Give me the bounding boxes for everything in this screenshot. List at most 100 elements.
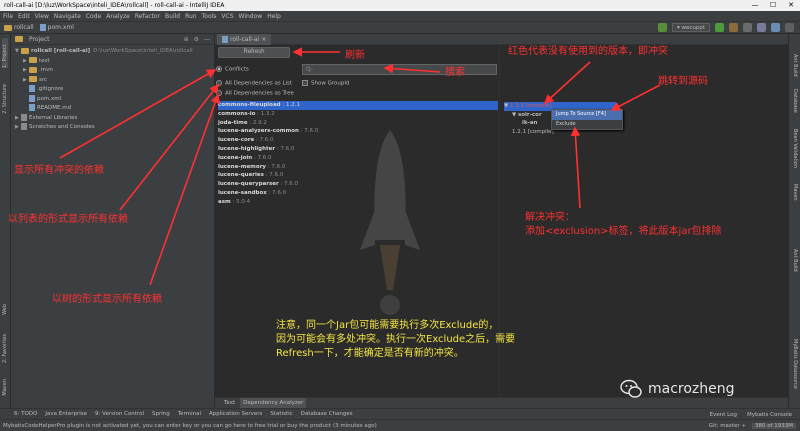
sync-icon[interactable]: ⊕ xyxy=(184,36,189,43)
status-bar: MybatisCodeHelperPro plugin is not activ… xyxy=(0,419,800,431)
dependency-row[interactable]: commons-io : 1.3.2 xyxy=(218,110,498,119)
run-icon[interactable] xyxy=(715,23,724,32)
menu-run[interactable]: Run xyxy=(185,13,197,20)
refresh-button[interactable]: Refresh xyxy=(218,47,290,58)
menu-refactor[interactable]: Refactor xyxy=(135,13,160,20)
dependency-row[interactable]: joda-time : 2.9.2 xyxy=(218,119,498,128)
tree-item[interactable]: pom.xml xyxy=(11,94,214,105)
ant-right-tool-tab[interactable]: Ant Build xyxy=(792,249,798,272)
tree-item[interactable]: .gitignore xyxy=(11,85,214,95)
menu-tools[interactable]: Tools xyxy=(202,13,217,20)
tab-dependency-analyzer[interactable]: Dependency Analyzer xyxy=(240,398,307,408)
editor-tab[interactable]: roll-call-ai × xyxy=(217,34,272,45)
usage-tree-leaf[interactable]: 1.2.1 [compile] xyxy=(504,128,786,137)
tool-window-java-enterprise[interactable]: Java Enterprise xyxy=(45,411,87,417)
menu-help[interactable]: Help xyxy=(267,13,281,20)
maven-right-tool-tab[interactable]: Maven xyxy=(792,184,798,201)
dependency-row[interactable]: lucene-highlighter : 7.6.0 xyxy=(218,145,498,154)
usage-tree-node[interactable]: ▼ solr-cor xyxy=(504,111,786,120)
dependency-name: lucene-queries xyxy=(218,172,264,179)
database-tool-tab[interactable]: Database xyxy=(792,89,798,113)
tree-item[interactable]: ▶ External Libraries xyxy=(11,113,214,124)
menu-build[interactable]: Build xyxy=(165,13,180,20)
tab-text[interactable]: Text xyxy=(221,398,238,408)
favorites-tool-tab[interactable]: 2: Favorites xyxy=(2,334,8,363)
jump-to-source-menu-item[interactable]: Jump To Source [F4] xyxy=(552,110,622,120)
menu-vcs[interactable]: VCS xyxy=(221,13,233,20)
tool-window-database-changes[interactable]: Database Changes xyxy=(301,411,353,417)
dependency-row[interactable]: lucene-join : 7.6.0 xyxy=(218,154,498,163)
dependency-row[interactable]: lucene-queryparser : 7.6.0 xyxy=(218,180,498,189)
menu-analyze[interactable]: Analyze xyxy=(106,13,130,20)
dependency-name: lucene-highlighter xyxy=(218,146,276,152)
settings-icon[interactable] xyxy=(757,23,766,32)
conflicts-radio[interactable]: Conflicts xyxy=(216,66,249,73)
usage-tree-node[interactable]: ik-an xyxy=(504,119,786,128)
annotation-note-3: Refresh一下，才能确定是否有新的冲突。 xyxy=(276,348,464,359)
menu-view[interactable]: View xyxy=(35,13,49,20)
build-icon[interactable] xyxy=(657,23,667,32)
tool-window-9-version-control[interactable]: 9: Version Control xyxy=(95,411,144,417)
run-config-select[interactable]: ▾ wecuppt xyxy=(671,23,710,32)
project-tool-tab[interactable]: 1: Project xyxy=(2,38,8,68)
tree-item[interactable]: README.md xyxy=(11,104,214,114)
dependency-row[interactable]: lucene-memory : 7.6.0 xyxy=(218,163,498,172)
tool-window-event-log[interactable]: Event Log xyxy=(710,412,737,418)
project-view-select[interactable]: Project xyxy=(29,36,50,43)
dependency-version: : 7.6.0 xyxy=(278,181,299,188)
hide-icon[interactable]: — xyxy=(204,36,210,43)
dependency-row[interactable]: commons-fileupload : 1.2.1 xyxy=(218,101,498,110)
menu-navigate[interactable]: Navigate xyxy=(54,13,81,20)
tool-window-6-todo[interactable]: 6: TODO xyxy=(14,411,37,417)
ant-build-tool-tab[interactable]: Ant Build xyxy=(792,54,798,77)
project-tree: ▼ rollcall [roll-call-ai] D:\luz\WorkSpace… xyxy=(11,45,214,133)
tool-window-spring[interactable]: Spring xyxy=(152,411,170,417)
status-message[interactable]: MybatisCodeHelperPro plugin is not activ… xyxy=(3,423,593,429)
tree-item[interactable]: ▶ src xyxy=(11,76,214,86)
show-groupid-checkbox[interactable]: Show GroupId xyxy=(302,80,349,87)
dependency-row[interactable]: lucene-analyzers-common : 7.6.0 xyxy=(218,127,498,136)
tool-window-application-servers[interactable]: Application Servers xyxy=(209,411,262,417)
maximize-button[interactable]: ☐ xyxy=(764,0,782,11)
dependency-row[interactable]: lucene-core : 7.6.0 xyxy=(218,136,498,145)
tool-window-terminal[interactable]: Terminal xyxy=(178,411,201,417)
tool-window-statistic[interactable]: Statistic xyxy=(270,411,292,417)
tree-item[interactable]: ▶ test xyxy=(11,57,214,67)
menu-code[interactable]: Code xyxy=(86,13,101,20)
exclude-menu-item[interactable]: Exclude xyxy=(552,120,622,130)
search-input[interactable]: Q- xyxy=(302,64,497,75)
gear-icon[interactable]: ⚙ xyxy=(194,36,199,43)
bean-validation-tool-tab[interactable]: Bean Validation xyxy=(792,129,798,168)
annotation-conflicts: 显示所有冲突的依赖 xyxy=(14,165,104,176)
tree-item[interactable]: ▶ Scratches and Consoles xyxy=(11,123,214,133)
search-everywhere-icon[interactable] xyxy=(785,23,794,32)
tree-item[interactable]: ▼ rollcall [roll-call-ai] D:\luz\WorkSpace… xyxy=(11,47,214,57)
maven-tool-tab[interactable]: Maven xyxy=(2,379,8,396)
minimize-button[interactable]: — xyxy=(746,0,764,11)
tool-window-mybatis-console[interactable]: Mybatis Console xyxy=(747,412,792,418)
stop-icon[interactable] xyxy=(743,23,752,32)
memory-indicator[interactable]: 380 of 1933M xyxy=(751,423,796,429)
structure-tool-tab[interactable]: 2: Structure xyxy=(2,84,8,114)
list-radio[interactable]: All Dependencies as List xyxy=(216,80,292,87)
breadcrumb-project[interactable]: rollcall xyxy=(4,24,34,31)
menu-edit[interactable]: Edit xyxy=(18,13,30,20)
dependency-row[interactable]: lucene-queries : 7.6.0 xyxy=(218,171,498,180)
close-button[interactable]: ✕ xyxy=(782,0,800,11)
file-icon xyxy=(29,85,35,92)
menu-window[interactable]: Window xyxy=(239,13,263,20)
web-tool-tab[interactable]: Web xyxy=(2,304,8,315)
menu-file[interactable]: File xyxy=(3,13,13,20)
mybatis-datasource-tool-tab[interactable]: MyBatis Datasource xyxy=(792,339,798,389)
context-menu: Jump To Source [F4] Exclude xyxy=(551,109,623,130)
git-branch[interactable]: Git: master ÷ xyxy=(709,423,746,429)
dependency-row[interactable]: asm : 5.0.4 xyxy=(218,198,498,207)
tree-item-label: src xyxy=(39,76,48,83)
tree-radio[interactable]: All Dependencies as Tree xyxy=(216,90,294,97)
dependency-row[interactable]: lucene-sandbox : 7.6.0 xyxy=(218,189,498,198)
breadcrumb-file[interactable]: pom.xml xyxy=(39,24,74,31)
dependency-version: : 7.6.0 xyxy=(266,190,287,196)
sdk-icon[interactable] xyxy=(771,23,780,32)
debug-icon[interactable] xyxy=(729,23,738,32)
tree-item[interactable]: ▶ .mvn xyxy=(11,66,214,76)
